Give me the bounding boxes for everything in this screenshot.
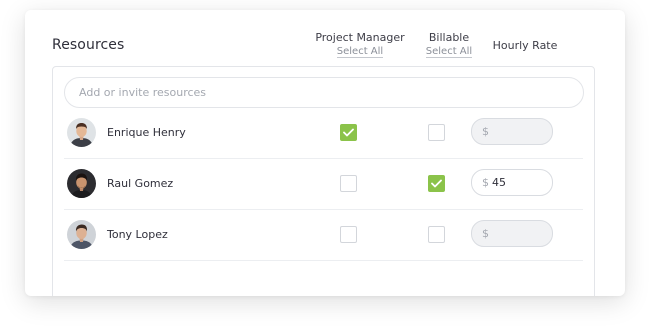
- resource-name: Tony Lopez: [107, 228, 168, 241]
- billable-checkbox[interactable]: [428, 175, 445, 192]
- column-label-billable: Billable: [428, 31, 470, 44]
- checkmark-icon: [431, 179, 442, 188]
- hourly-rate-input[interactable]: $: [471, 220, 553, 247]
- select-all-project-manager-link[interactable]: Select All: [336, 46, 384, 58]
- checkmark-icon: [343, 128, 354, 137]
- resource-row: Raul Gomez $ 45: [64, 159, 583, 210]
- dollar-icon: $: [482, 125, 489, 138]
- avatar: [67, 220, 96, 249]
- dollar-icon: $: [482, 227, 489, 240]
- billable-checkbox[interactable]: [428, 226, 445, 243]
- column-header-hourly-rate: Hourly Rate: [492, 39, 558, 52]
- column-header-billable: Billable Select All: [421, 31, 477, 58]
- section-title: Resources: [52, 37, 125, 53]
- column-label-project-manager: Project Manager: [315, 31, 405, 44]
- dollar-icon: $: [482, 176, 489, 189]
- resource-row: Tony Lopez $: [64, 210, 583, 261]
- resources-list-panel: Enrique Henry $ Rau: [52, 66, 595, 296]
- avatar: [67, 169, 96, 198]
- resource-row: Enrique Henry $: [64, 108, 583, 159]
- project-manager-checkbox[interactable]: [340, 175, 357, 192]
- project-manager-checkbox[interactable]: [340, 124, 357, 141]
- resource-name: Raul Gomez: [107, 177, 174, 190]
- add-resources-input[interactable]: [64, 77, 584, 108]
- resources-card: Resources Project Manager Select All Bil…: [25, 10, 625, 296]
- column-header-project-manager: Project Manager Select All: [310, 31, 410, 58]
- hourly-rate-value: 45: [492, 176, 506, 189]
- avatar: [67, 118, 96, 147]
- resource-name: Enrique Henry: [107, 126, 186, 139]
- hourly-rate-input[interactable]: $: [471, 118, 553, 145]
- hourly-rate-input[interactable]: $ 45: [471, 169, 553, 196]
- project-manager-checkbox[interactable]: [340, 226, 357, 243]
- billable-checkbox[interactable]: [428, 124, 445, 141]
- select-all-billable-link[interactable]: Select All: [425, 46, 473, 58]
